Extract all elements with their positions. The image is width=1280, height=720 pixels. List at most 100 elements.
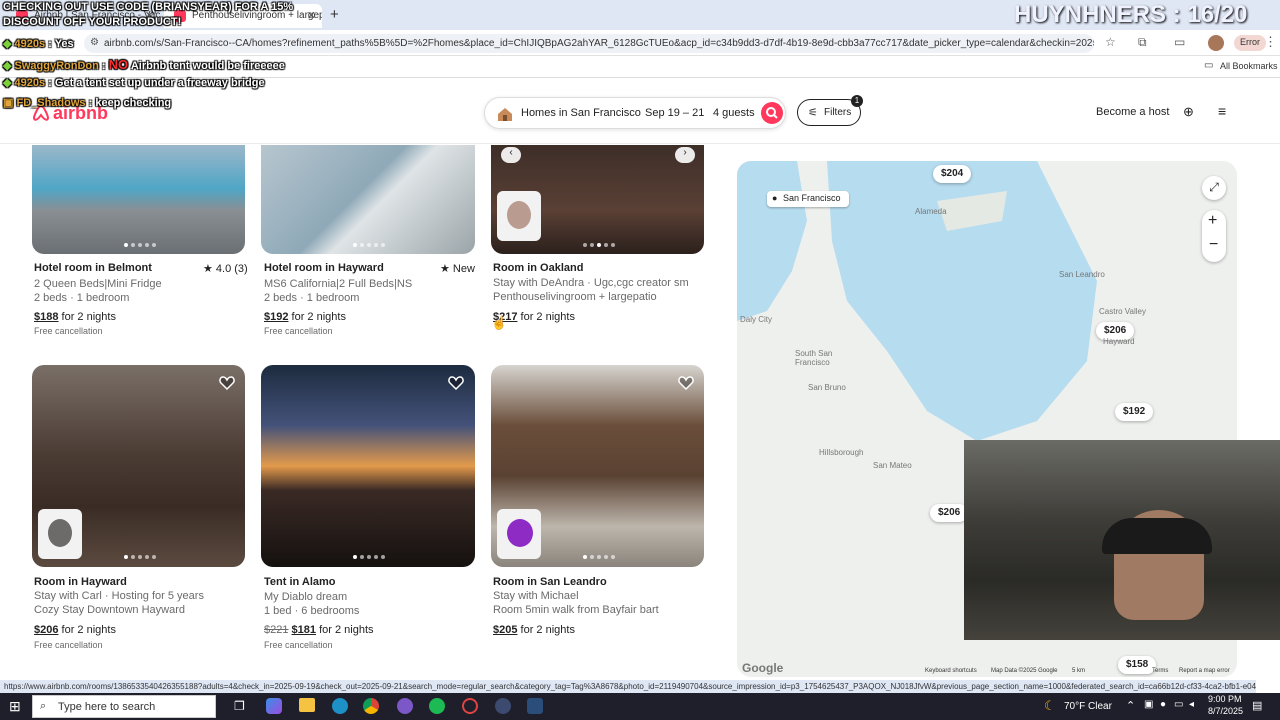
weather-text[interactable]: 70°F Clear (1064, 701, 1112, 712)
filters-button[interactable]: ⚟ Filters 1 (797, 95, 863, 126)
photo-carousel-dots (353, 555, 385, 559)
profile-error-badge[interactable]: Error (1234, 35, 1266, 51)
map-price-pin[interactable]: $206 (930, 504, 969, 522)
host-face-icon (48, 519, 72, 547)
copilot-icon[interactable] (266, 698, 282, 714)
zoom-in-icon[interactable]: + (1208, 212, 1217, 230)
search-location[interactable]: Homes in San Francisco (521, 107, 641, 119)
taskbar-search-box[interactable]: ⌕ Type here to search (32, 695, 216, 718)
listing-line2: 1 bed · 6 bedrooms (264, 605, 360, 617)
listing-title[interactable]: Room in Oakland (493, 262, 583, 274)
listing-rating: ★ New (440, 263, 475, 275)
chat-message: ▣ FD_Shadows : keep checking (3, 96, 171, 109)
search-bar[interactable]: Homes in San Francisco Sep 19 – 21 4 gue… (484, 97, 786, 129)
chat-separator: : (45, 38, 55, 50)
chrome-icon[interactable] (363, 698, 379, 714)
host-avatar-placeholder-icon (507, 519, 533, 547)
listing-price[interactable]: $192 for 2 nights (264, 311, 346, 323)
avatar[interactable] (1208, 35, 1224, 51)
map-pin-icon: ● (772, 193, 778, 203)
windows-taskbar: ⊞ ⌕ Type here to search ❐ ☾ 70°F Clear ⌃… (0, 693, 1280, 720)
listing-photo[interactable] (261, 145, 475, 254)
chat-username: FD_Shadows (16, 97, 86, 109)
steam-icon[interactable] (527, 698, 543, 714)
listing-photo[interactable] (32, 365, 245, 567)
all-bookmarks-button[interactable]: All Bookmarks (1220, 61, 1278, 71)
map-price-pin[interactable]: $192 (1115, 403, 1154, 421)
windows-start-icon[interactable]: ⊞ (9, 698, 21, 715)
listing-title[interactable]: Room in Hayward (34, 576, 127, 588)
heart-icon[interactable] (218, 374, 236, 392)
map-price-pin[interactable]: $158 (1118, 656, 1157, 674)
tray-chevron-up-icon[interactable]: ⌃ (1126, 699, 1135, 712)
listing-price[interactable]: $221 $181 for 2 nights (264, 624, 374, 636)
url-field[interactable]: ⚙ airbnb.com/s/San-Francisco--CA/homes?r… (84, 34, 1094, 53)
price-suffix: for 2 nights (517, 624, 575, 636)
free-cancellation-label: Free cancellation (264, 640, 333, 650)
tray-app-icon[interactable]: ▣ (1144, 699, 1153, 710)
map-price-pin[interactable]: $204 (933, 165, 972, 183)
map-scale: 5 km (1072, 668, 1086, 674)
menu-kebab-icon[interactable]: ⋮ (1264, 34, 1277, 50)
chat-badge-icon: ◆ (3, 77, 12, 89)
keyboard-shortcuts-link[interactable]: Keyboard shortcuts (925, 668, 977, 674)
heart-icon[interactable] (677, 374, 695, 392)
become-host-link[interactable]: Become a host (1096, 106, 1169, 118)
photo-carousel-dots (583, 243, 615, 247)
taskbar-clock-time[interactable]: 9:00 PM (1208, 694, 1242, 704)
globe-icon[interactable]: ⊕ (1183, 104, 1194, 120)
listing-photo[interactable] (32, 145, 245, 254)
weather-moon-icon: ☾ (1044, 698, 1056, 713)
listing-photo[interactable] (261, 365, 475, 567)
listing-price[interactable]: $188 for 2 nights (34, 311, 116, 323)
network-icon[interactable]: ▭ (1174, 699, 1183, 710)
site-info-icon[interactable]: ⚙ (90, 37, 99, 48)
zoom-out-icon[interactable]: − (1209, 236, 1218, 254)
file-explorer-icon[interactable] (299, 698, 315, 712)
extensions-icon[interactable]: ⧉ (1138, 35, 1147, 50)
price-suffix: for 2 nights (517, 311, 575, 323)
edge-icon[interactable] (332, 698, 348, 714)
price-amount: $188 (34, 311, 59, 323)
map-location-chip[interactable]: ● San Francisco (767, 191, 849, 207)
search-button[interactable] (761, 102, 783, 124)
listing-photo[interactable] (491, 365, 704, 567)
volume-icon[interactable]: ◂ (1189, 699, 1194, 710)
chat-username: 4920s (14, 77, 46, 89)
search-icon: ⌕ (40, 700, 47, 712)
map-place-label: San Bruno (808, 383, 846, 392)
spotify-icon[interactable] (429, 698, 445, 714)
obs-icon[interactable] (495, 698, 511, 714)
task-view-icon[interactable]: ❐ (234, 699, 245, 713)
listing-title[interactable]: Hotel room in Hayward (264, 262, 384, 274)
listing-title[interactable]: Tent in Alamo (264, 576, 336, 588)
listing-price[interactable]: $205 for 2 nights (493, 624, 575, 636)
report-map-error-link[interactable]: Report a map error (1179, 668, 1230, 674)
listing-photo[interactable]: ‹ › (491, 145, 704, 254)
chevron-right-icon[interactable]: › (675, 147, 695, 163)
price-amount: $206 (34, 624, 59, 636)
listing-title[interactable]: Hotel room in Belmont (34, 262, 152, 274)
taskbar-clock-date[interactable]: 8/7/2025 (1208, 706, 1243, 716)
app-icon[interactable] (462, 698, 478, 714)
new-tab-button[interactable]: + (330, 6, 339, 23)
terms-link[interactable]: Terms (1152, 668, 1168, 674)
microphone-icon[interactable]: ● (1160, 699, 1166, 710)
listing-title[interactable]: Room in San Leandro (493, 576, 607, 588)
listing-price[interactable]: $206 for 2 nights (34, 624, 116, 636)
search-dates[interactable]: Sep 19 – 21 (645, 107, 704, 119)
search-guests[interactable]: 4 guests (713, 107, 755, 119)
expand-map-icon[interactable]: ⤢ (1202, 176, 1226, 200)
notification-icon[interactable]: ▤ (1252, 699, 1262, 712)
close-icon[interactable]: ✕ (307, 9, 316, 22)
listing-line2: 2 beds · 1 bedroom (264, 292, 360, 304)
headset-icon (1102, 518, 1212, 554)
cast-icon[interactable]: ▭ (1174, 35, 1185, 49)
hamburger-menu-icon[interactable]: ≡ (1218, 103, 1226, 119)
url-text: airbnb.com/s/San-Francisco--CA/homes?ref… (104, 38, 1094, 49)
heart-icon[interactable] (447, 374, 465, 392)
chevron-left-icon[interactable]: ‹ (501, 147, 521, 163)
filters-count-badge: 1 (851, 95, 863, 107)
discord-icon[interactable] (397, 698, 413, 714)
star-icon[interactable]: ☆ (1105, 35, 1116, 49)
